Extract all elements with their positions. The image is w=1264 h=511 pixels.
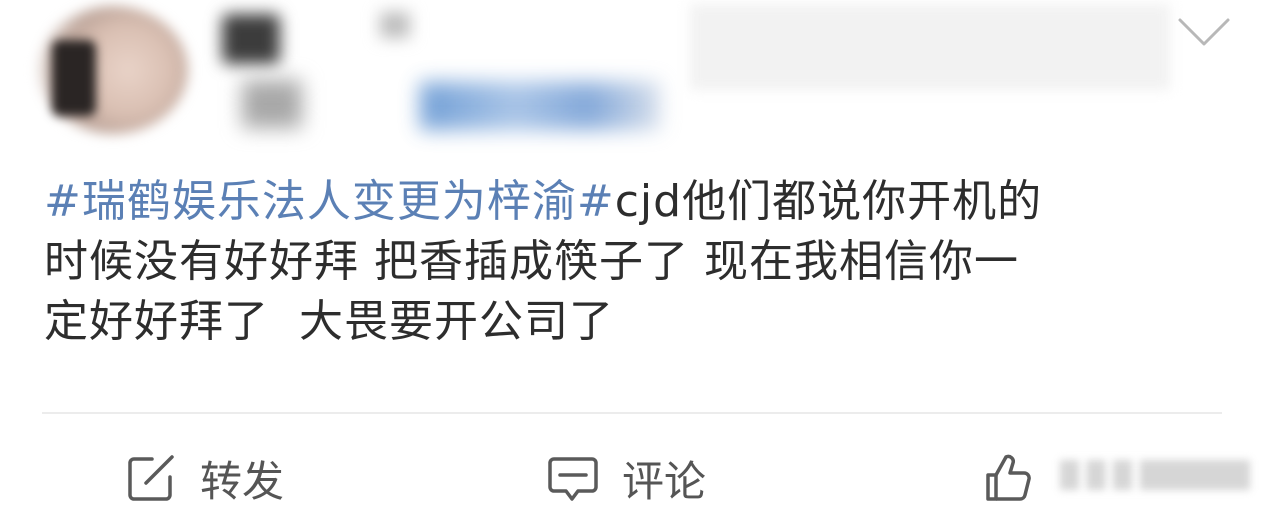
like-button[interactable] <box>980 450 1056 506</box>
like-count-blurred <box>1060 460 1250 490</box>
weibo-post-card: #瑞鹤娱乐法人变更为梓渝#cjd他们都说你开机的 时候没有好好拜 把香插成筷子了… <box>0 0 1264 511</box>
avatar-detail <box>52 40 96 116</box>
post-text: #瑞鹤娱乐法人变更为梓渝#cjd他们都说你开机的 时候没有好好拜 把香插成筷子了… <box>44 172 1224 352</box>
post-source-blurred <box>420 82 660 130</box>
divider <box>42 412 1222 414</box>
post-text-line3: 定好好拜了 大畏要开公司了 <box>44 296 614 347</box>
hashtag-link[interactable]: #瑞鹤娱乐法人变更为梓渝# <box>44 176 615 227</box>
comment-button[interactable]: 评论 <box>546 450 706 506</box>
header-blurred-area <box>690 4 1170 90</box>
post-text-line2: 时候没有好好拜 把香插成筷子了 现在我相信你一 <box>44 236 1019 287</box>
comment-label: 评论 <box>622 456 707 506</box>
username-blurred[interactable] <box>222 14 280 64</box>
post-text-line1: cjd他们都说你开机的 <box>614 176 1043 227</box>
username-badge-blurred <box>380 12 410 38</box>
action-bar: 转发 评论 <box>0 440 1264 510</box>
edit-square-icon <box>128 455 174 501</box>
chevron-down-icon[interactable] <box>1176 14 1232 50</box>
repost-button[interactable]: 转发 <box>124 450 284 506</box>
repost-label: 转发 <box>200 456 285 506</box>
thumbs-up-icon <box>986 454 1031 501</box>
comment-bubble-icon <box>548 457 598 501</box>
post-time-blurred <box>242 80 302 128</box>
